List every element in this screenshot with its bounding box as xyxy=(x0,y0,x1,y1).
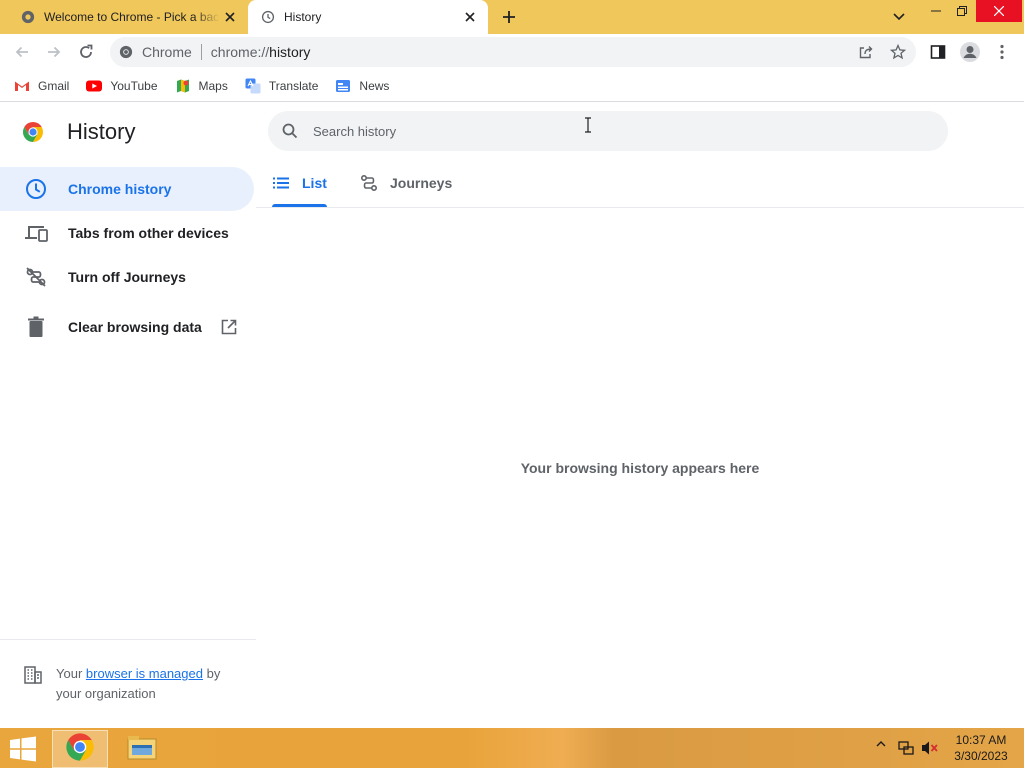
sidebar-item-label: Chrome history xyxy=(68,181,172,197)
text-cursor-icon xyxy=(584,117,592,133)
open-in-new-icon xyxy=(220,318,238,336)
bookmark-news[interactable]: News xyxy=(335,78,389,94)
chrome-icon xyxy=(65,732,95,767)
clock-date: 3/30/2023 xyxy=(954,749,1008,763)
devices-icon xyxy=(24,221,48,245)
window-close-button[interactable] xyxy=(976,0,1022,22)
bookmark-label: Gmail xyxy=(38,78,70,93)
managed-notice: Your browser is managed by your organiza… xyxy=(0,639,256,704)
chrome-logo-icon xyxy=(22,121,44,143)
tray-expand-icon[interactable] xyxy=(874,740,888,748)
gmail-icon xyxy=(14,78,30,94)
star-icon[interactable] xyxy=(890,44,906,60)
tab-strip: Welcome to Chrome - Pick a background Hi… xyxy=(0,0,1024,34)
sidebar-item-chrome-history[interactable]: Chrome history xyxy=(0,167,254,211)
side-panel-icon[interactable] xyxy=(924,38,952,66)
search-icon xyxy=(281,122,299,140)
close-icon[interactable] xyxy=(460,7,480,27)
taskbar-file-explorer[interactable] xyxy=(114,730,170,768)
sidebar-item-label: Turn off Journeys xyxy=(68,269,186,285)
bookmark-label: YouTube xyxy=(110,78,158,93)
list-icon xyxy=(272,174,290,192)
bookmark-maps[interactable]: Maps xyxy=(175,78,228,94)
minimize-button[interactable] xyxy=(924,0,948,22)
url-host: history xyxy=(269,44,311,60)
history-tabs: List Journeys xyxy=(256,159,1024,208)
managed-prefix: Your xyxy=(56,666,83,681)
page-title: History xyxy=(67,119,136,144)
site-chip: Chrome xyxy=(142,44,192,60)
sidebar-item-clear-browsing-data[interactable]: Clear browsing data xyxy=(0,305,256,349)
journeys-icon xyxy=(360,174,378,192)
clock-icon xyxy=(24,177,48,201)
globe-icon xyxy=(20,9,36,25)
tab-history[interactable]: History xyxy=(248,0,488,34)
tab-label: List xyxy=(302,175,327,191)
journeys-off-icon xyxy=(24,265,48,289)
restore-button[interactable] xyxy=(950,0,974,22)
windows-start-icon[interactable] xyxy=(8,736,38,762)
sidebar-item-label: Clear browsing data xyxy=(68,319,202,335)
bookmarks-bar: Gmail YouTube Maps Translate News xyxy=(0,70,1024,102)
bookmark-label: Maps xyxy=(198,78,228,93)
taskbar: 10:37 AM 3/30/2023 xyxy=(0,728,1024,768)
managed-text: Your browser is managed by your organiza… xyxy=(56,664,236,704)
translate-icon xyxy=(245,78,261,94)
toolbar: Chrome chrome://history xyxy=(0,34,1024,70)
maps-icon xyxy=(175,78,191,94)
chrome-icon xyxy=(118,44,134,60)
page-header: History xyxy=(22,119,135,145)
bookmark-translate[interactable]: Translate xyxy=(245,78,319,94)
close-icon[interactable] xyxy=(220,7,240,27)
forward-button[interactable] xyxy=(40,38,68,66)
bookmark-label: Translate xyxy=(268,78,319,93)
trash-icon xyxy=(24,315,48,339)
volume-muted-icon[interactable] xyxy=(920,740,940,756)
empty-history-message: Your browsing history appears here xyxy=(520,460,760,476)
tab-list[interactable]: List xyxy=(272,159,327,207)
sidebar: Chrome history Tabs from other devices T… xyxy=(0,167,256,349)
system-clock[interactable]: 10:37 AM 3/30/2023 xyxy=(946,732,1016,764)
address-bar[interactable]: Chrome chrome://history xyxy=(110,37,916,67)
back-button[interactable] xyxy=(8,38,36,66)
tab-label: Journeys xyxy=(390,175,453,191)
new-tab-button[interactable] xyxy=(498,6,520,28)
divider xyxy=(200,44,202,60)
sidebar-item-turn-off-journeys[interactable]: Turn off Journeys xyxy=(0,255,256,299)
news-icon xyxy=(335,78,351,94)
sidebar-item-label: Tabs from other devices xyxy=(68,225,229,241)
selected-tab-indicator xyxy=(272,204,327,207)
clock-time: 10:37 AM xyxy=(955,733,1007,747)
tab-welcome[interactable]: Welcome to Chrome - Pick a background xyxy=(8,0,248,34)
managed-link[interactable]: browser is managed xyxy=(86,666,203,681)
reload-button[interactable] xyxy=(72,38,100,66)
history-page: History Chrome history Tabs from other d… xyxy=(0,103,1024,728)
building-icon xyxy=(24,666,42,684)
bookmark-gmail[interactable]: Gmail xyxy=(14,78,69,94)
folder-icon xyxy=(126,733,158,766)
menu-icon[interactable] xyxy=(988,38,1016,66)
profile-avatar-icon[interactable] xyxy=(956,38,984,66)
youtube-icon xyxy=(86,78,103,94)
network-icon[interactable] xyxy=(897,740,915,756)
url-scheme: chrome:// xyxy=(210,44,270,60)
chevron-down-icon[interactable] xyxy=(888,6,910,28)
tab-journeys[interactable]: Journeys xyxy=(360,159,452,207)
bookmark-label: News xyxy=(359,78,390,93)
share-icon[interactable] xyxy=(858,44,874,60)
taskbar-chrome[interactable] xyxy=(52,730,108,768)
search-input[interactable] xyxy=(313,123,913,139)
bookmark-youtube[interactable]: YouTube xyxy=(86,78,158,94)
tab-title: Welcome to Chrome - Pick a background xyxy=(44,10,220,24)
history-clock-icon xyxy=(260,9,276,25)
search-box[interactable] xyxy=(268,111,948,151)
tab-title: History xyxy=(284,10,322,24)
sidebar-item-tabs-other-devices[interactable]: Tabs from other devices xyxy=(0,211,256,255)
